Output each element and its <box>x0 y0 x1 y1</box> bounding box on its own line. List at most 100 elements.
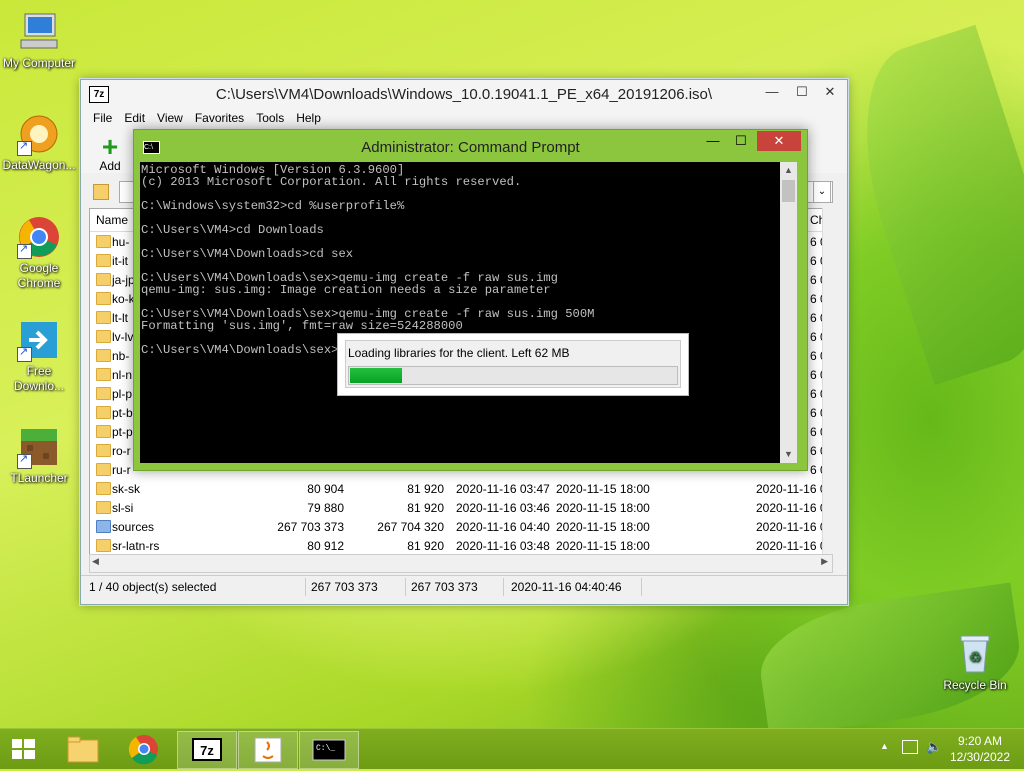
scroll-down-icon[interactable]: ▼ <box>780 446 797 463</box>
minimize-button[interactable]: — <box>699 132 727 150</box>
row-name: pl-p <box>112 387 133 401</box>
show-hidden-icons-icon[interactable]: ▲ <box>880 741 889 751</box>
progress-bar <box>348 366 678 385</box>
desktop-icon-tlauncher[interactable]: TLauncher <box>0 425 78 486</box>
desktop-icon-label: DataWagon... <box>2 158 76 172</box>
column-name[interactable]: Name <box>96 213 128 227</box>
minimize-button[interactable]: — <box>757 80 787 104</box>
desktop-icon-datawagon[interactable]: DataWagon... <box>0 112 78 173</box>
volume-icon[interactable]: 🔈 <box>926 739 942 755</box>
progress-fill <box>350 368 403 383</box>
chrome-icon <box>128 735 158 765</box>
folder-icon <box>96 273 111 286</box>
folder-icon <box>96 501 111 514</box>
desktop-icon-free-download-manager[interactable]: Free Downlo... <box>0 318 78 394</box>
folder-icon <box>96 463 111 476</box>
row-modified: 2020-11-16 03:47 <box>456 482 550 496</box>
desktop-icon-label: Free Downlo... <box>13 364 65 393</box>
sevenzip-title: C:\Users\VM4\Downloads\Windows_10.0.1904… <box>215 86 713 103</box>
row-accessed: 2020-11-16 0 <box>756 501 827 515</box>
row-size: 267 703 373 <box>277 520 344 534</box>
table-row[interactable]: sources 267 703 373 267 704 320 2020-11-16 … <box>90 517 832 536</box>
row-name: pt-p <box>112 425 133 439</box>
chrome-icon <box>17 215 61 259</box>
row-modified: 2020-11-16 03:46 <box>456 501 550 515</box>
clock[interactable]: 9:20 AM 12/30/2022 <box>950 733 1010 765</box>
row-packed: 81 920 <box>407 501 444 515</box>
row-modified: 2020-11-16 04:40 <box>456 520 550 534</box>
row-accessed: 2020-11-16 0 <box>756 482 827 496</box>
taskbar-command-prompt[interactable]: C:\_ <box>299 731 359 769</box>
status-date: 2020-11-16 04:40:46 <box>511 580 622 594</box>
folder-icon <box>96 444 111 457</box>
row-created: 2020-11-15 18:00 <box>556 482 650 496</box>
sevenzip-menubar: File Edit View Favorites Tools Help <box>81 108 847 129</box>
folder-icon <box>96 235 111 248</box>
close-button[interactable]: ✕ <box>815 80 845 104</box>
clock-date: 12/30/2022 <box>949 750 1010 764</box>
row-created: 2020-11-15 18:00 <box>556 501 650 515</box>
desktop-icon-chrome[interactable]: Google Chrome <box>0 215 78 291</box>
horizontal-scrollbar[interactable]: ◀ ▶ <box>89 554 833 573</box>
maximize-button[interactable]: ☐ <box>727 132 755 150</box>
row-packed: 81 920 <box>407 482 444 496</box>
table-row[interactable]: sl-si 79 880 81 920 2020-11-16 03:46 2020-11… <box>90 498 832 517</box>
svg-text:♻: ♻ <box>969 649 982 665</box>
taskbar-7zip[interactable]: 7z <box>177 731 237 769</box>
clock-time: 9:20 AM <box>957 734 1002 748</box>
row-name: nb- <box>112 349 130 363</box>
row-name: pt-b <box>112 406 133 420</box>
add-label: Add <box>99 159 121 173</box>
folder-icon <box>96 406 111 419</box>
minecraft-block-icon <box>17 425 61 469</box>
console-text: Microsoft Windows [Version 6.3.9600] (c)… <box>141 163 595 357</box>
status-bar: 1 / 40 object(s) selected 267 703 373 26… <box>81 575 847 598</box>
row-name: lt-lt <box>112 311 128 325</box>
taskbar-java[interactable] <box>238 731 298 769</box>
status-selection: 1 / 40 object(s) selected <box>89 580 217 594</box>
row-name: nl-n <box>112 368 133 382</box>
scroll-thumb[interactable] <box>782 180 795 202</box>
file-list-scrollbar[interactable] <box>822 208 839 554</box>
desktop-icon-recycle-bin[interactable]: ♻ Recycle Bin <box>936 632 1014 693</box>
desktop-icon-my-computer[interactable]: My Computer <box>0 10 78 71</box>
menu-edit[interactable]: Edit <box>118 108 151 129</box>
svg-text:7z: 7z <box>200 743 214 758</box>
scroll-left-icon[interactable]: ◀ <box>92 556 99 567</box>
system-tray: ▲ 🔈 9:20 AM 12/30/2022 <box>864 729 1024 769</box>
maximize-button[interactable]: ☐ <box>787 80 817 104</box>
chevron-down-icon[interactable]: ⌄ <box>813 181 831 203</box>
menu-help[interactable]: Help <box>290 108 327 129</box>
row-name: sr-latn-rs <box>112 539 160 553</box>
network-icon[interactable] <box>902 740 918 754</box>
table-row[interactable]: sr-latn-rs 80 912 81 920 2020-11-16 03:48 20… <box>90 536 832 555</box>
folder-icon <box>96 368 111 381</box>
row-accessed: 2020-11-16 0 <box>756 520 827 534</box>
scroll-right-icon[interactable]: ▶ <box>821 556 828 567</box>
start-button[interactable] <box>0 731 48 767</box>
up-folder-icon[interactable] <box>93 184 109 200</box>
row-name: ja-jp <box>112 273 135 287</box>
menu-tools[interactable]: Tools <box>250 108 290 129</box>
download-manager-icon <box>17 318 61 362</box>
svg-text:C:\_: C:\_ <box>316 744 335 753</box>
folder-icon <box>96 387 111 400</box>
console-output[interactable]: Microsoft Windows [Version 6.3.9600] (c)… <box>140 162 780 463</box>
table-row[interactable]: sk-sk 80 904 81 920 2020-11-16 03:47 2020-11… <box>90 479 832 498</box>
row-modified: 2020-11-16 03:48 <box>456 539 550 553</box>
console-scrollbar[interactable]: ▲ ▼ <box>780 162 797 463</box>
add-button[interactable]: + Add <box>95 133 125 174</box>
menu-view[interactable]: View <box>151 108 189 129</box>
computer-icon <box>17 10 61 54</box>
sevenzip-titlebar[interactable]: 7z C:\Users\VM4\Downloads\Windows_10.0.1… <box>81 80 847 108</box>
close-button[interactable]: ✕ <box>757 131 801 151</box>
taskbar-file-explorer[interactable] <box>54 731 112 767</box>
menu-favorites[interactable]: Favorites <box>189 108 250 129</box>
taskbar-chrome[interactable] <box>115 731 173 767</box>
scroll-up-icon[interactable]: ▲ <box>780 162 797 179</box>
command-prompt-window: C:\ Administrator: Command Prompt — ☐ ✕ … <box>133 129 808 471</box>
menu-file[interactable]: File <box>87 108 118 129</box>
row-size: 79 880 <box>307 501 344 515</box>
command-prompt-titlebar[interactable]: C:\ Administrator: Command Prompt — ☐ ✕ <box>134 130 807 162</box>
desktop-icon-label: Recycle Bin <box>943 678 1007 692</box>
